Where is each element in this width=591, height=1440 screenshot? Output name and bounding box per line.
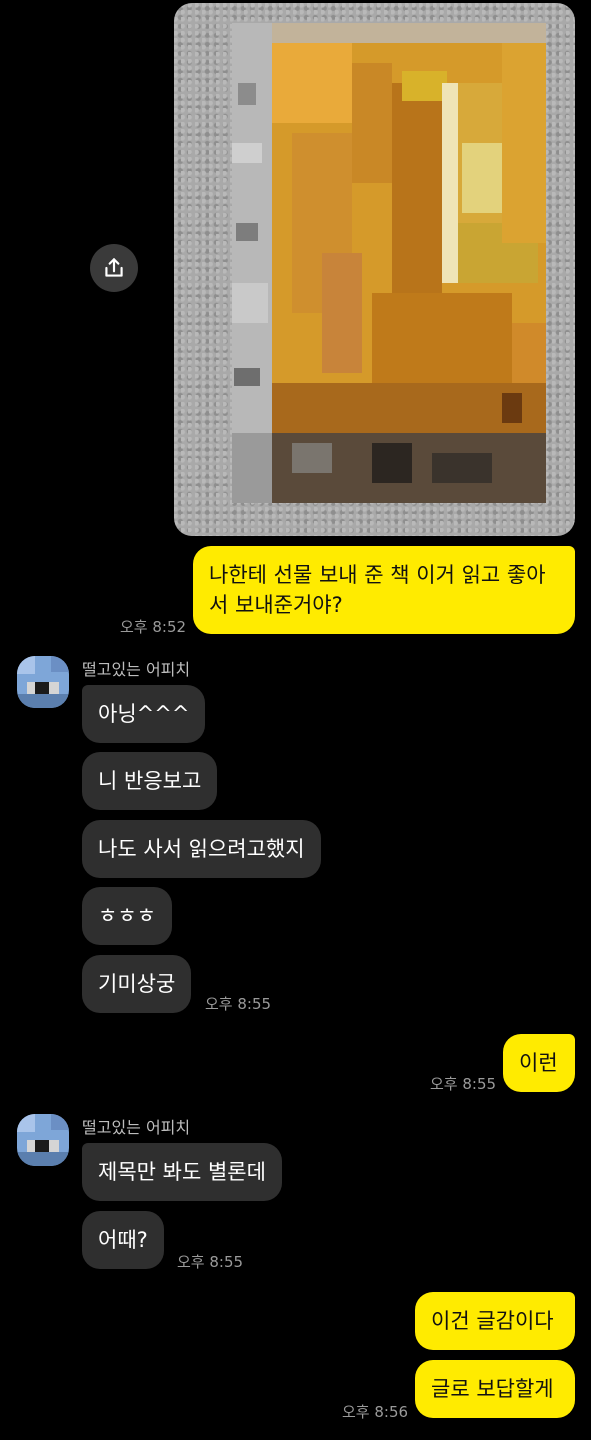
- share-upload-icon: [105, 258, 123, 277]
- message-text: ㅎㅎㅎ: [98, 904, 156, 928]
- pixelated-book-image: [232, 23, 546, 503]
- incoming-message[interactable]: 어때?: [82, 1211, 164, 1269]
- shared-photo[interactable]: [174, 3, 575, 536]
- sender-name: 떨고있는 어피치: [82, 660, 191, 679]
- message-text: 나도 사서 읽으려고했지: [98, 837, 305, 861]
- avatar[interactable]: [17, 656, 69, 708]
- message-text: 제목만 봐도 별론데: [98, 1160, 266, 1184]
- incoming-message[interactable]: 나도 사서 읽으려고했지: [82, 820, 321, 878]
- sender-name: 떨고있는 어피치: [82, 1118, 191, 1137]
- message-text: 어때?: [98, 1228, 148, 1252]
- message-text: 니 반응보고: [98, 769, 202, 793]
- incoming-message[interactable]: 제목만 봐도 별론데: [82, 1143, 282, 1201]
- outgoing-message[interactable]: 나한테 선물 보내 준 책 이거 읽고 좋아서 보내준거야?: [193, 546, 575, 634]
- message-text: 나한테 선물 보내 준 책 이거 읽고 좋아서 보내준거야?: [209, 563, 546, 617]
- message-time: 오후 8:56: [342, 1403, 409, 1421]
- message-text: 아닝^^^: [98, 702, 190, 726]
- message-text: 기미상궁: [98, 972, 176, 996]
- message-text: 이건 글감이다: [431, 1309, 554, 1333]
- incoming-message[interactable]: 니 반응보고: [82, 752, 218, 810]
- share-button[interactable]: [90, 244, 138, 292]
- incoming-message[interactable]: 아닝^^^: [82, 685, 206, 743]
- message-text: 이런: [519, 1051, 558, 1075]
- message-time: 오후 8:55: [430, 1075, 497, 1093]
- outgoing-message[interactable]: 글로 보답할게: [415, 1360, 575, 1418]
- avatar[interactable]: [17, 1114, 69, 1166]
- message-text: 글로 보답할게: [431, 1377, 554, 1401]
- message-time: 오후 8:55: [177, 1253, 244, 1271]
- message-time: 오후 8:52: [120, 618, 187, 636]
- outgoing-message[interactable]: 이건 글감이다: [415, 1292, 575, 1350]
- outgoing-message[interactable]: 이런: [503, 1034, 575, 1092]
- message-time: 오후 8:55: [205, 995, 272, 1013]
- incoming-message[interactable]: ㅎㅎㅎ: [82, 887, 172, 945]
- incoming-message[interactable]: 기미상궁: [82, 955, 192, 1013]
